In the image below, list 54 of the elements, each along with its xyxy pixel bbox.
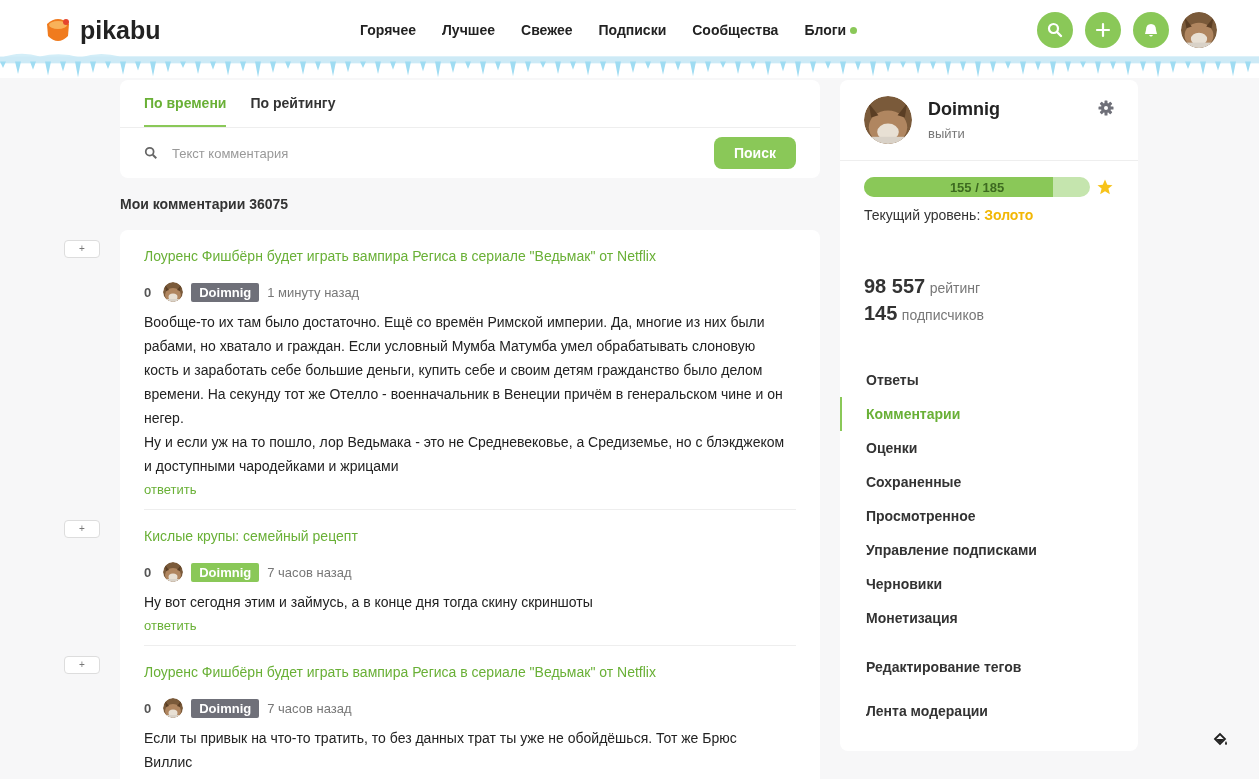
- bell-icon: [1143, 22, 1159, 38]
- comment-rating: 0: [144, 700, 152, 716]
- subscribers-value: 145: [864, 302, 898, 324]
- plus-icon: [1095, 22, 1111, 38]
- logo-icon: [44, 16, 72, 44]
- comment-text: Ну и если уж на то пошло, лор Ведьмака - это не Средневековье, а Средиземье, но с блэкджеком и доступными чародейками и жрицами: [144, 433, 786, 476]
- nav-link[interactable]: Подписки: [598, 22, 667, 38]
- logo-text[interactable]: pikabu: [80, 15, 161, 45]
- profile-menu-item[interactable]: Лента модерации: [840, 694, 1138, 728]
- search-icon: [144, 146, 158, 160]
- level-label: Текущий уровень:: [864, 207, 981, 223]
- progress-text: 155 / 185: [949, 179, 1005, 195]
- profile-menu-item[interactable]: Просмотренное: [840, 499, 1138, 533]
- notifications-button[interactable]: [1133, 12, 1169, 48]
- comment-time: 7 часов назад: [267, 564, 352, 580]
- nav-link[interactable]: Лучшее: [442, 22, 495, 38]
- search-button[interactable]: [1037, 12, 1073, 48]
- add-button[interactable]: [1085, 12, 1121, 48]
- comment-rating: 0: [144, 284, 152, 300]
- settings-icon[interactable]: [1098, 100, 1114, 116]
- profile-menu-item[interactable]: Монетизация: [840, 601, 1138, 635]
- profile-menu-item[interactable]: Оценки: [840, 431, 1138, 465]
- star-icon: [1096, 178, 1114, 196]
- author-tag[interactable]: Doimnig: [191, 282, 260, 302]
- profile-menu-item[interactable]: Черновики: [840, 567, 1138, 601]
- comment-text: Вообще-то их там было достаточно. Ещё со времён Римской империи. Да, многие из них были рабами, но хватало и граждан. Если условный Мумба Матумба умел обрабатывать слоновую кость и заработать себе большие деньги, купить себе и своим детям гражданство было делом времени. На секунду тот же Отелло - военначальник в Венеции причём в генеральском чине и он негер.: [144, 313, 784, 428]
- logout-link[interactable]: выйти: [928, 126, 1082, 141]
- comment-text: Если ты привык на что-то тратить, то без данных трат ты уже не обойдёшься. Тот же Брюс Виллис: [144, 729, 738, 772]
- comment-text: Ну вот сегодня этим и займусь, а в конце дня тогда скину скриншоты: [144, 593, 594, 612]
- sort-tab[interactable]: По рейтингу: [250, 80, 336, 127]
- profile-menu-item[interactable]: Сохраненные: [840, 465, 1138, 499]
- search-icon: [1047, 22, 1063, 38]
- rating-label: рейтинг: [929, 280, 981, 296]
- author-tag[interactable]: Doimnig: [191, 698, 260, 718]
- comments-count: Мои комментарии 36075: [120, 196, 289, 212]
- profile-menu-item[interactable]: Ответы: [840, 363, 1138, 397]
- nav-link[interactable]: Блоги: [804, 22, 858, 38]
- comment-time: 7 часов назад: [267, 700, 352, 716]
- level-value: Золото: [984, 207, 1034, 223]
- expand-button[interactable]: +: [64, 656, 100, 674]
- nav-link[interactable]: Сообщества: [692, 22, 779, 38]
- subscribers-label: подписчиков: [901, 307, 984, 323]
- user-name[interactable]: Doimnig: [928, 99, 1082, 120]
- paint-bucket-icon[interactable]: [1213, 731, 1229, 747]
- profile-menu-item[interactable]: Управление подписками: [840, 533, 1138, 567]
- expand-button[interactable]: +: [64, 520, 100, 538]
- comment-time: 1 минуту назад: [267, 284, 360, 300]
- new-dot: [850, 26, 858, 34]
- profile-menu-item[interactable]: Редактирование тегов: [840, 650, 1138, 684]
- rating-value: 98 557: [864, 275, 926, 297]
- nav-link[interactable]: Горячее: [360, 22, 417, 38]
- expand-button[interactable]: +: [64, 240, 100, 258]
- nav-link[interactable]: Свежее: [521, 22, 573, 38]
- comment-rating: 0: [144, 564, 152, 580]
